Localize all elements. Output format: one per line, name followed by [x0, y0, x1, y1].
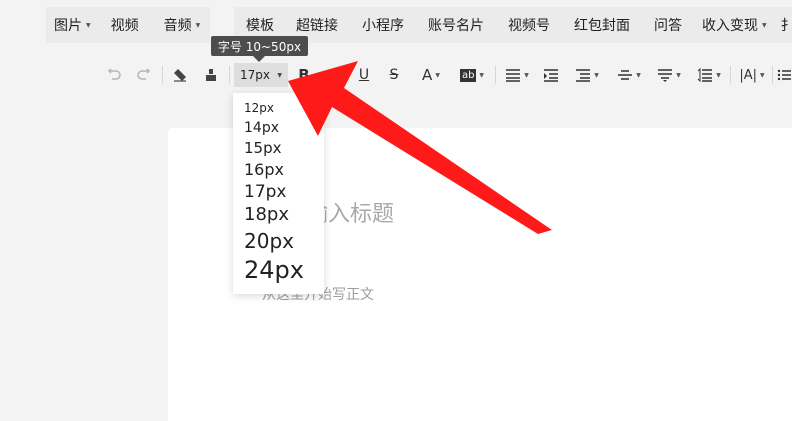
list-button[interactable] [777, 64, 792, 86]
line-height-icon [658, 69, 673, 82]
format-toolbar: B I U S A ▼ ab ▼ ▼ ▼ ▼ ▼ ▼ |A| ▼ [0, 52, 792, 98]
font-size-select[interactable]: 17px ▼ [234, 63, 288, 87]
font-color-button[interactable]: A ▼ [416, 64, 446, 86]
align-left-icon [506, 69, 521, 82]
vertical-align-icon [618, 70, 633, 80]
font-size-option-24[interactable]: 24px [244, 258, 304, 282]
redo-icon[interactable] [134, 64, 152, 86]
menu-item-account-card[interactable]: 账号名片 [428, 15, 484, 35]
indent-button[interactable] [542, 64, 560, 86]
menu-item-qa[interactable]: 问答 [654, 15, 682, 35]
insert-menu-group: 模板 超链接 小程序 账号名片 视频号 红包封面 问答 收入变现 ▼ 扌 [234, 7, 792, 43]
menu-item-miniprogram[interactable]: 小程序 [362, 15, 404, 35]
chevron-down-icon: ▼ [676, 71, 681, 79]
chevron-down-icon: ▼ [762, 21, 767, 29]
vertical-align-button[interactable]: ▼ [614, 64, 644, 86]
line-spacing-icon [697, 68, 713, 82]
menu-item-hyperlink[interactable]: 超链接 [296, 15, 338, 35]
chevron-down-icon: ▼ [277, 71, 282, 79]
font-size-option-17[interactable]: 17px [244, 184, 286, 201]
font-size-dropdown: 12px 14px 15px 16px 17px 18px 20px 24px [233, 93, 324, 294]
chevron-down-icon: ▼ [636, 71, 641, 79]
line-spacing-button[interactable]: ▼ [694, 64, 724, 86]
paragraph-spacing-button[interactable]: ▼ [572, 64, 602, 86]
font-size-tooltip: 字号 10~50px [211, 36, 308, 56]
font-size-option-12[interactable]: 12px [244, 102, 274, 114]
menu-item-channels[interactable]: 视频号 [508, 15, 550, 35]
align-button[interactable]: ▼ [502, 64, 532, 86]
menu-item-image[interactable]: 图片 ▼ [54, 15, 91, 35]
tooltip-tail [253, 56, 265, 62]
chevron-down-icon: ▼ [195, 21, 201, 29]
paragraph-spacing-icon [576, 69, 591, 82]
menu-item-red-packet-cover[interactable]: 红包封面 [574, 15, 630, 35]
list-icon [777, 69, 791, 81]
strikethrough-button[interactable]: S [386, 64, 402, 86]
chevron-down-icon: ▼ [435, 71, 440, 79]
format-painter-icon[interactable] [201, 64, 221, 86]
chevron-down-icon: ▼ [716, 71, 721, 79]
underline-button[interactable]: U [356, 64, 372, 86]
clear-format-icon[interactable] [170, 64, 190, 86]
chevron-down-icon: ▼ [479, 71, 485, 79]
chevron-down-icon: ▼ [594, 71, 599, 79]
letter-spacing-button[interactable]: |A| ▼ [737, 64, 767, 86]
font-size-option-15[interactable]: 15px [244, 141, 282, 156]
menu-item-more[interactable]: 扌 [781, 15, 792, 35]
italic-button[interactable]: I [326, 64, 342, 86]
chevron-down-icon: ▼ [524, 71, 529, 79]
chevron-down-icon: ▼ [760, 71, 765, 79]
background-color-button[interactable]: ab ▼ [456, 64, 488, 86]
font-size-option-20[interactable]: 20px [244, 231, 294, 251]
chevron-down-icon: ▼ [86, 21, 91, 29]
undo-icon[interactable] [106, 64, 124, 86]
insert-menu-bar: 图片 ▼ 视频 音频 ▼ 模板 超链接 小程序 账号名片 视频号 红包封面 问答 收… [0, 0, 792, 52]
line-height-button[interactable]: ▼ [654, 64, 684, 86]
indent-icon [544, 69, 558, 82]
menu-item-template[interactable]: 模板 [246, 15, 274, 35]
menu-item-video[interactable]: 视频 [111, 15, 139, 35]
font-size-option-14[interactable]: 14px [244, 121, 279, 135]
menu-item-audio[interactable]: 音频 ▼ [164, 15, 201, 35]
font-size-option-18[interactable]: 18px [244, 206, 289, 224]
menu-item-monetize[interactable]: 收入变现 ▼ [702, 15, 767, 35]
media-menu-group: 图片 ▼ 视频 音频 ▼ [46, 7, 210, 43]
bold-button[interactable]: B [296, 64, 312, 86]
font-size-option-16[interactable]: 16px [244, 162, 284, 178]
